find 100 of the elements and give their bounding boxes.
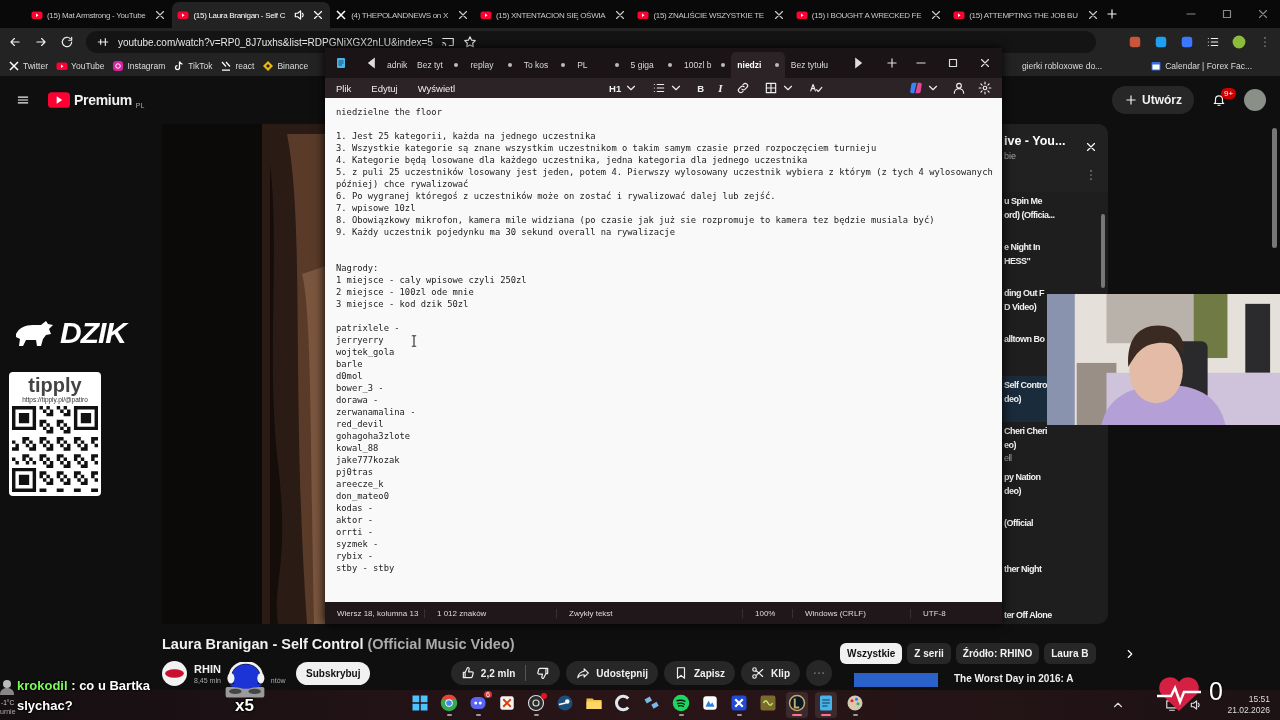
scrollbar[interactable] [1101, 214, 1105, 288]
bold-button[interactable]: B [697, 82, 705, 94]
filter-chip[interactable]: Źródło: RHINO [955, 643, 1040, 664]
clock-time[interactable]: 15:51 [1248, 694, 1270, 705]
playlist-item[interactable]: alltown Bo [1002, 330, 1045, 376]
app-icon[interactable] [788, 694, 806, 712]
star-icon[interactable] [462, 35, 477, 49]
close-icon[interactable] [978, 56, 992, 70]
app-icon[interactable] [846, 694, 864, 712]
settings-icon[interactable] [978, 81, 992, 95]
spellcheck-icon[interactable] [809, 81, 824, 95]
maximize-icon[interactable] [946, 56, 960, 70]
filter-chip[interactable]: Wszystkie [840, 643, 903, 664]
logo-text[interactable]: Premium [74, 92, 132, 108]
scrollbar[interactable] [1272, 128, 1277, 248]
document-tab[interactable]: To kos [517, 52, 572, 78]
app-icon[interactable] [701, 694, 719, 712]
browser-tab[interactable]: (15) Mat Armstrong - YouTube [26, 2, 173, 28]
close-icon[interactable] [1084, 140, 1098, 154]
browser-tab[interactable]: (15) I BOUGHT A WRECKED FE [790, 2, 949, 28]
playlist-item[interactable]: Cheri Cheri eo) ell [1002, 422, 1047, 468]
browser-tab[interactable]: (4) THEPOLANDNEWS on X [330, 2, 475, 28]
filter-chip[interactable]: Z serii [907, 643, 951, 664]
reload-icon[interactable] [60, 35, 74, 49]
document-tab[interactable]: niedzi [731, 52, 785, 78]
avatar[interactable] [1244, 89, 1266, 111]
subscribe-button[interactable]: Subskrybuj [296, 661, 371, 685]
create-button[interactable]: Utwórz [1112, 86, 1194, 114]
menu-icon[interactable] [16, 93, 30, 107]
bookmark-link[interactable]: Twitter [8, 60, 49, 72]
app-icon[interactable] [730, 694, 748, 712]
app-icon[interactable] [469, 694, 487, 712]
browser-tab[interactable]: (15) ZNALIŚCIE WSZYSTKIE TE [632, 2, 791, 28]
document-tab[interactable]: 100zl b [677, 52, 732, 78]
video-title[interactable]: The Worst Day in 2016: A [954, 673, 1074, 684]
menu-item[interactable]: Plik [336, 82, 352, 94]
app-icon[interactable] [759, 694, 777, 712]
clock-date[interactable]: 21.02.2026 [1227, 705, 1270, 716]
bookmark-link[interactable]: gierki robloxowe do... [1021, 61, 1103, 71]
playlist-item[interactable]: ding Out F D Video) [1002, 284, 1044, 330]
bookmark-link[interactable]: Binance [262, 60, 309, 72]
browser-icon[interactable] [440, 694, 458, 712]
account-icon[interactable] [952, 81, 966, 95]
menu-item[interactable]: Edytuj [371, 82, 398, 94]
filter-chip[interactable]: Laura B [1044, 643, 1096, 664]
install-icon[interactable] [440, 35, 455, 49]
heading-dropdown[interactable]: H1 [609, 81, 639, 95]
app-icon[interactable] [643, 694, 661, 712]
profile-avatar[interactable] [1232, 35, 1246, 49]
browser-tab[interactable]: (15) ATTEMPTING THE JOB BU [948, 2, 1105, 28]
youtube-logo-icon[interactable] [48, 92, 70, 108]
playlist-item[interactable]: py Nation deo) [1002, 468, 1041, 514]
document-tab[interactable]: PL [571, 52, 625, 78]
copilot-dropdown[interactable] [909, 81, 940, 95]
forward-icon[interactable] [34, 35, 48, 49]
channel-avatar[interactable] [162, 660, 187, 686]
playlist-item[interactable]: (Official [1002, 514, 1033, 560]
app-icon[interactable] [614, 694, 632, 712]
document-tab[interactable]: Bez tytułu [784, 52, 845, 78]
site-info-icon[interactable] [96, 35, 110, 49]
link-icon[interactable] [736, 81, 751, 95]
bookmark-link[interactable]: Calendar | Forex Fac... [1150, 60, 1252, 72]
bell-icon[interactable] [1212, 93, 1226, 107]
taskbar-app[interactable] [670, 692, 692, 718]
taskbar-app[interactable] [815, 692, 837, 718]
browser-tab[interactable]: (15) Laura Branigan - Self C [172, 2, 331, 28]
playlist-item[interactable]: Self Contro deo) [1002, 376, 1047, 422]
save-button[interactable]: Zapisz [664, 661, 736, 685]
new-tab-icon[interactable] [884, 56, 899, 70]
back-icon[interactable] [8, 35, 22, 49]
document-tab[interactable]: replay [464, 52, 518, 78]
bookmark-link[interactable]: TikTok [173, 60, 213, 72]
app-icon[interactable] [672, 694, 690, 712]
taskbar-app[interactable] [438, 692, 460, 718]
app-icon[interactable] [527, 694, 545, 712]
playlist-item[interactable]: ther Night [1002, 560, 1042, 606]
app-icon[interactable] [498, 694, 516, 712]
document-tab[interactable]: Bez tyt [411, 52, 465, 78]
app-icon[interactable] [556, 694, 574, 712]
document-tab[interactable]: 5 giga [624, 52, 678, 78]
channel-name[interactable]: RHIN [194, 662, 221, 675]
browser-tab[interactable]: (15) XNTENTACION SIĘ OŚWIA [474, 2, 633, 28]
taskbar-app[interactable] [525, 692, 547, 718]
bookmark-link[interactable]: YouTube [56, 60, 105, 72]
document-tab[interactable]: adnik [385, 52, 411, 78]
tab-list-icon[interactable] [1206, 35, 1220, 49]
bookmark-link[interactable]: Instagram [112, 60, 166, 72]
new-tab-icon[interactable] [1104, 7, 1119, 21]
italic-button[interactable]: I [718, 82, 723, 94]
playlist-item[interactable]: e Night In HESS" [1002, 238, 1040, 284]
bookmark-link[interactable]: react [220, 60, 255, 72]
clip-button[interactable]: Klip [741, 661, 800, 685]
share-button[interactable]: Udostępnij [566, 661, 658, 685]
video-thumbnail[interactable] [854, 673, 938, 687]
app-icon[interactable] [817, 694, 835, 712]
windows-logo-icon[interactable] [411, 694, 429, 712]
taskbar-app[interactable] [786, 692, 808, 718]
menu-item[interactable]: Wyświetl [417, 82, 456, 94]
playlist-item[interactable]: u Spin Me ord) (Officia... [1002, 192, 1055, 238]
maximize-icon[interactable] [1220, 7, 1234, 21]
